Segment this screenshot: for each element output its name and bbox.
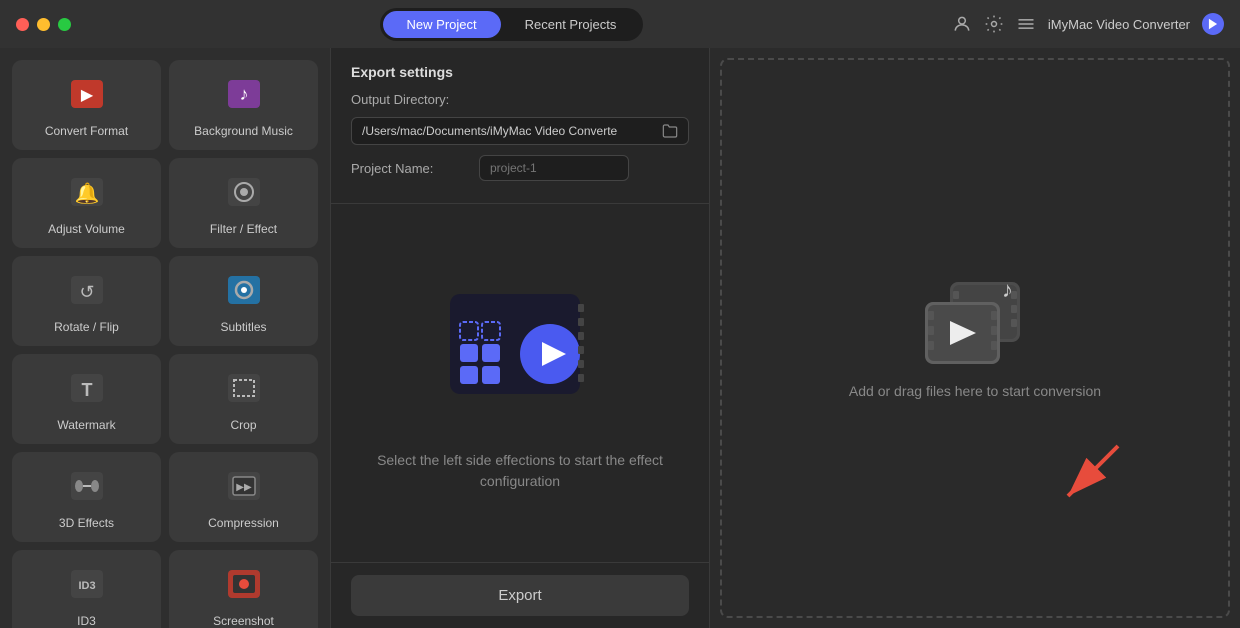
right-panel[interactable]: ♪ Add or drag files here to start conver… — [720, 58, 1230, 618]
id3-icon: ID3 — [65, 562, 109, 606]
watermark-icon: T — [65, 366, 109, 410]
drop-hint-text: Add or drag files here to start conversi… — [849, 383, 1101, 399]
browse-folder-icon[interactable] — [662, 123, 678, 139]
project-name-row: Project Name: — [351, 155, 689, 181]
tab-recent-projects[interactable]: Recent Projects — [501, 11, 641, 38]
sidebar-item-rotate-flip[interactable]: ↺ Rotate / Flip — [12, 256, 161, 346]
output-directory-row: Output Directory: — [351, 92, 689, 107]
close-button[interactable] — [16, 18, 29, 31]
tab-group: New Project Recent Projects — [380, 8, 644, 41]
id3-label: ID3 — [77, 614, 96, 628]
sidebar-item-screenshot[interactable]: Screenshot — [169, 550, 318, 628]
sidebar-item-3d-effects[interactable]: 3D Effects — [12, 452, 161, 542]
sidebar-item-compression[interactable]: ▶▶ Compression — [169, 452, 318, 542]
sidebar-item-subtitles[interactable]: Subtitles — [169, 256, 318, 346]
minimize-button[interactable] — [37, 18, 50, 31]
compression-icon: ▶▶ — [222, 464, 266, 508]
crop-label: Crop — [230, 418, 256, 432]
sidebar-item-crop[interactable]: Crop — [169, 354, 318, 444]
subtitles-label: Subtitles — [220, 320, 266, 334]
maximize-button[interactable] — [58, 18, 71, 31]
arrow-indicator — [1048, 436, 1128, 516]
tab-new-project[interactable]: New Project — [383, 11, 501, 38]
sidebar-item-watermark[interactable]: T Watermark — [12, 354, 161, 444]
compression-label: Compression — [208, 516, 279, 530]
filter-effect-label: Filter / Effect — [210, 222, 277, 236]
background-music-icon: ♪ — [222, 72, 266, 116]
project-name-input[interactable] — [479, 155, 629, 181]
output-directory-path[interactable]: /Users/mac/Documents/iMyMac Video Conver… — [351, 117, 689, 145]
svg-text:♪: ♪ — [1002, 277, 1013, 302]
svg-text:T: T — [81, 380, 92, 400]
subtitles-icon — [222, 268, 266, 312]
effect-hint-text: Select the left side effections to start… — [351, 450, 689, 492]
app-name: iMyMac Video Converter — [1048, 17, 1190, 32]
sidebar-item-id3[interactable]: ID3 ID3 — [12, 550, 161, 628]
svg-text:🔔: 🔔 — [74, 182, 99, 205]
3d-effects-icon — [65, 464, 109, 508]
account-icon[interactable] — [952, 14, 972, 34]
background-music-label: Background Music — [194, 124, 293, 138]
export-settings-title: Export settings — [351, 64, 689, 80]
sidebar-item-adjust-volume[interactable]: 🔔 Adjust Volume — [12, 158, 161, 248]
menu-icon[interactable] — [1016, 14, 1036, 34]
screenshot-label: Screenshot — [213, 614, 274, 628]
sidebar-item-background-music[interactable]: ♪ Background Music — [169, 60, 318, 150]
drop-illustration: ♪ — [920, 277, 1030, 367]
settings-icon[interactable] — [984, 14, 1004, 34]
svg-text:▶▶: ▶▶ — [236, 482, 252, 493]
adjust-volume-icon: 🔔 — [65, 170, 109, 214]
svg-text:♪: ♪ — [239, 84, 248, 104]
crop-icon — [222, 366, 266, 410]
path-text: /Users/mac/Documents/iMyMac Video Conver… — [362, 124, 617, 138]
filter-effect-icon — [222, 170, 266, 214]
convert-format-label: Convert Format — [45, 124, 128, 138]
sidebar-item-filter-effect[interactable]: Filter / Effect — [169, 158, 318, 248]
output-directory-label: Output Directory: — [351, 92, 471, 107]
project-name-label: Project Name: — [351, 161, 471, 176]
sidebar: ▶ Convert Format ♪ Background Music 🔔 Ad… — [0, 48, 330, 628]
export-settings: Export settings Output Directory: /Users… — [331, 48, 709, 204]
screenshot-icon — [222, 562, 266, 606]
rotate-flip-label: Rotate / Flip — [54, 320, 119, 334]
effect-illustration — [430, 274, 610, 434]
3d-effects-label: 3D Effects — [59, 516, 114, 530]
svg-text:▶: ▶ — [80, 87, 93, 104]
svg-text:↺: ↺ — [79, 282, 94, 302]
export-bar: Export — [331, 562, 709, 628]
titlebar: New Project Recent Projects iMyMac Video… — [0, 0, 1240, 48]
convert-format-icon: ▶ — [65, 72, 109, 116]
rotate-flip-icon: ↺ — [65, 268, 109, 312]
window-controls — [16, 18, 71, 31]
svg-text:ID3: ID3 — [78, 580, 95, 592]
adjust-volume-label: Adjust Volume — [48, 222, 125, 236]
watermark-label: Watermark — [57, 418, 115, 432]
output-directory-path-row: /Users/mac/Documents/iMyMac Video Conver… — [351, 117, 689, 145]
app-logo — [1202, 13, 1224, 35]
middle-body: Select the left side effections to start… — [331, 204, 709, 562]
main-content: ▶ Convert Format ♪ Background Music 🔔 Ad… — [0, 48, 1240, 628]
sidebar-item-convert-format[interactable]: ▶ Convert Format — [12, 60, 161, 150]
export-button[interactable]: Export — [351, 575, 689, 616]
middle-panel: Export settings Output Directory: /Users… — [330, 48, 710, 628]
titlebar-right: iMyMac Video Converter — [952, 13, 1224, 35]
